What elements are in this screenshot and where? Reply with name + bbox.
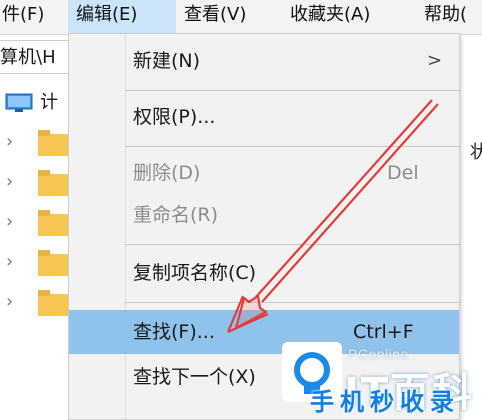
menu-separator xyxy=(125,90,461,91)
right-pane-text: 状 xyxy=(470,142,482,163)
menu-item-label: 查找(F)... xyxy=(133,321,215,343)
address-text: 算机\H xyxy=(0,47,56,68)
menu-item-rename: 重命名(R) xyxy=(69,194,459,236)
menu-item-label: 复制项名称(C) xyxy=(133,262,257,284)
tree-row[interactable]: › xyxy=(0,166,70,200)
watermark: PConline IT百科 手机秒收录 xyxy=(282,338,482,420)
folder-icon xyxy=(38,170,70,196)
menu-file[interactable]: 件(F) xyxy=(2,0,44,34)
menu-item-label: 重命名(R) xyxy=(133,204,219,226)
tree-row[interactable]: › xyxy=(0,246,70,280)
folder-icon xyxy=(38,290,70,316)
tree-row[interactable]: › xyxy=(0,126,70,160)
menu-item-permissions[interactable]: 权限(P)... xyxy=(69,96,459,138)
chevron-right-icon: > xyxy=(427,50,443,71)
menu-item-label: 查找下一个(X) xyxy=(133,366,256,388)
tree-row[interactable]: › xyxy=(0,286,70,320)
tree-item-computer[interactable]: 计 xyxy=(4,88,58,118)
menu-item-label: 删除(D) xyxy=(133,162,201,184)
menu-bar: 件(F) 编辑(E) 查看(V) 收藏夹(A) 帮助( xyxy=(0,0,482,35)
chevron-right-icon[interactable]: › xyxy=(6,212,22,232)
folder-icon xyxy=(38,130,70,156)
chevron-right-icon[interactable]: › xyxy=(6,252,22,272)
menu-help[interactable]: 帮助( xyxy=(424,0,467,34)
menu-separator xyxy=(125,302,461,303)
menu-item-copy-key-name[interactable]: 复制项名称(C) xyxy=(69,252,459,294)
menu-view[interactable]: 查看(V) xyxy=(184,0,246,34)
menu-edit[interactable]: 编辑(E) xyxy=(68,0,176,34)
menu-item-label: 新建(N) xyxy=(133,50,201,72)
menu-separator xyxy=(125,146,461,147)
computer-icon xyxy=(5,93,33,112)
watermark-tagline: 手机秒收录 xyxy=(310,388,460,416)
chevron-right-icon[interactable]: › xyxy=(6,132,22,152)
menu-item-shortcut: Del xyxy=(387,162,419,184)
menu-item-label: 权限(P)... xyxy=(133,106,216,128)
menu-item-new[interactable]: 新建(N) > xyxy=(69,40,459,82)
folder-icon xyxy=(38,210,70,236)
chevron-right-icon[interactable]: › xyxy=(6,292,22,312)
tree-item-computer-label: 计 xyxy=(40,92,58,113)
chevron-right-icon[interactable]: › xyxy=(6,172,22,192)
menu-favorites[interactable]: 收藏夹(A) xyxy=(290,0,370,34)
menu-item-delete: 删除(D) Del xyxy=(69,152,459,194)
tree-row[interactable]: › xyxy=(0,206,70,240)
menu-separator xyxy=(125,244,461,245)
folder-icon xyxy=(38,250,70,276)
